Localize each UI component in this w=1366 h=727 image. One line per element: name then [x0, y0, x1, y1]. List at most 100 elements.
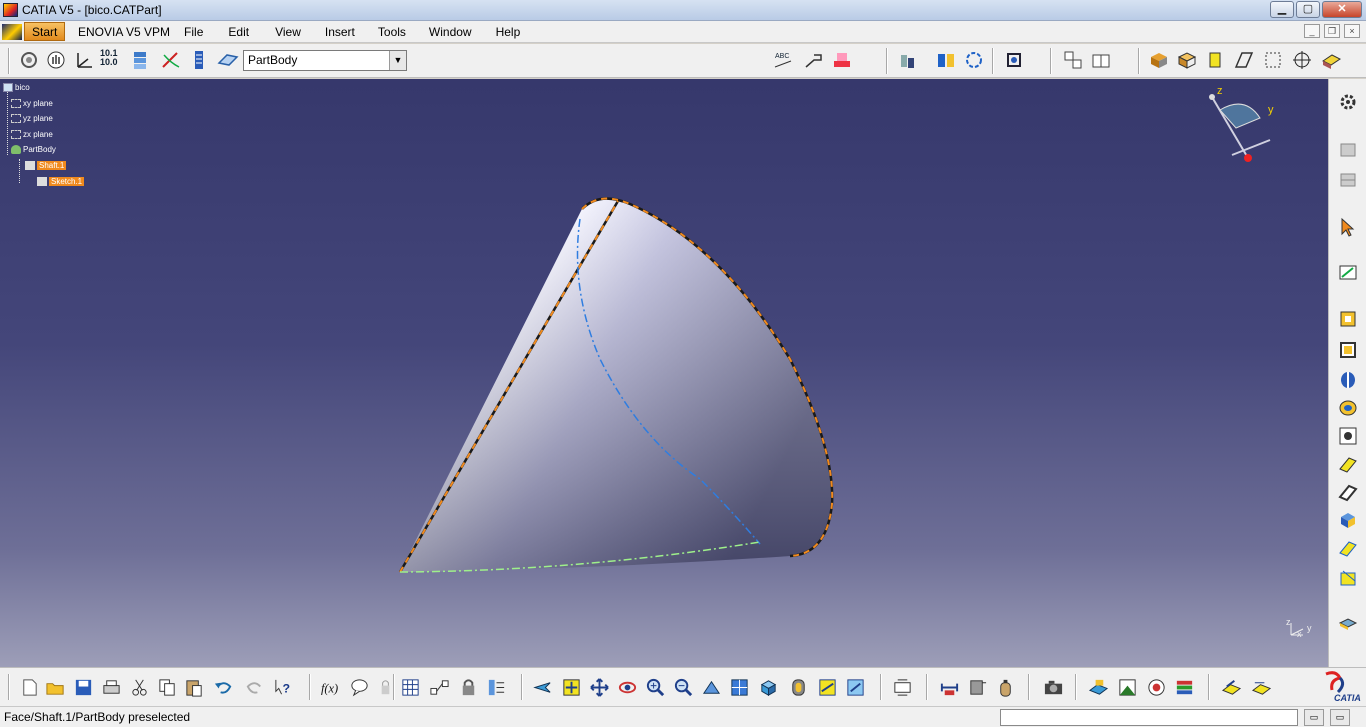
formula-icon[interactable]: f(x): [320, 677, 341, 698]
table-icon[interactable]: [400, 677, 421, 698]
layers-icon[interactable]: [1174, 677, 1195, 698]
rib-icon[interactable]: [1337, 453, 1359, 475]
body-icon[interactable]: [1337, 169, 1359, 191]
sketch-icon[interactable]: [1337, 261, 1359, 283]
power-input-field[interactable]: [1000, 709, 1298, 726]
quick-view-icon[interactable]: [729, 677, 750, 698]
solid-combine-icon[interactable]: [1337, 509, 1359, 531]
menu-insert[interactable]: Insert: [312, 25, 366, 39]
open-icon[interactable]: [45, 677, 66, 698]
gear-icon[interactable]: [1337, 91, 1359, 113]
hole-icon[interactable]: [1337, 425, 1359, 447]
rotate-icon[interactable]: [963, 49, 985, 71]
zoom-out-icon[interactable]: [673, 677, 694, 698]
menu-file[interactable]: File: [181, 25, 214, 39]
pad-icon[interactable]: [1337, 308, 1359, 330]
plane-icon[interactable]: [217, 49, 239, 71]
list-icon[interactable]: [188, 49, 210, 71]
measure-item-icon[interactable]: [967, 677, 988, 698]
shading-edges-icon[interactable]: [1176, 49, 1198, 71]
maximize-button[interactable]: ▢: [1296, 1, 1320, 18]
rotate-view-icon[interactable]: [617, 677, 638, 698]
surface-icon[interactable]: [1337, 611, 1359, 633]
whats-this-icon[interactable]: ?: [273, 677, 294, 698]
scale-icon[interactable]: 10.1 10.0: [100, 49, 122, 71]
3d-viewport[interactable]: bico xy plane yz plane zx plane PartBody…: [0, 79, 1328, 667]
doc-minimize-button[interactable]: _: [1304, 24, 1320, 38]
fly-mode-icon[interactable]: [532, 677, 553, 698]
wireframe-icon[interactable]: [1233, 49, 1255, 71]
multi-view-icon[interactable]: [1062, 49, 1084, 71]
menu-tools[interactable]: Tools: [366, 25, 417, 39]
network-icon[interactable]: [429, 677, 450, 698]
stiffener-icon[interactable]: [1337, 537, 1359, 559]
groove-icon[interactable]: [1337, 397, 1359, 419]
hand-icon[interactable]: [45, 49, 67, 71]
tile-view-icon[interactable]: [1090, 49, 1112, 71]
stack-icon[interactable]: [130, 49, 152, 71]
cut-icon[interactable]: [129, 677, 150, 698]
wireframe-properties-icon[interactable]: [1221, 677, 1242, 698]
status-button-1[interactable]: ▭: [1304, 709, 1324, 726]
material-icon[interactable]: [1320, 49, 1342, 71]
fit-all-in-icon[interactable]: [561, 677, 582, 698]
shading-style-icon[interactable]: [788, 677, 809, 698]
axis-system-icon[interactable]: [73, 49, 95, 71]
swap-visible-icon[interactable]: [845, 677, 866, 698]
new-icon[interactable]: [19, 677, 40, 698]
text-annotation-icon[interactable]: ABC: [773, 49, 795, 71]
menu-edit[interactable]: Edit: [214, 25, 260, 39]
undo-icon[interactable]: [213, 677, 234, 698]
menu-view[interactable]: View: [260, 25, 312, 39]
select-arrow-icon[interactable]: [1337, 216, 1359, 238]
render-icon[interactable]: [1117, 677, 1138, 698]
hide-show-icon[interactable]: [817, 677, 838, 698]
menu-start[interactable]: Start: [24, 22, 66, 41]
chevron-down-icon[interactable]: ▼: [389, 51, 406, 70]
doc-restore-button[interactable]: ❐: [1324, 24, 1340, 38]
doc-close-button[interactable]: ×: [1344, 24, 1360, 38]
save-icon[interactable]: [73, 677, 94, 698]
loft-icon[interactable]: [1337, 567, 1359, 589]
menu-enovia[interactable]: ENOVIA V5 VPM: [78, 25, 181, 39]
fit-all-icon[interactable]: [1003, 49, 1025, 71]
graphic-properties-icon[interactable]: [1251, 677, 1272, 698]
normal-view-icon[interactable]: [701, 677, 722, 698]
sketcher-icon[interactable]: [18, 49, 40, 71]
lock-closed-icon[interactable]: [458, 677, 479, 698]
hidden-edges-icon[interactable]: [1262, 49, 1284, 71]
copy-icon[interactable]: [157, 677, 178, 698]
body-selector-combo[interactable]: PartBody ▼: [243, 50, 407, 71]
catalog-icon[interactable]: [897, 49, 919, 71]
measure-between-icon[interactable]: [939, 677, 960, 698]
pocket-icon[interactable]: [1337, 339, 1359, 361]
zoom-in-icon[interactable]: [645, 677, 666, 698]
analysis-icon[interactable]: [935, 49, 957, 71]
shade-yellow-icon[interactable]: [1205, 49, 1227, 71]
iso-view-icon[interactable]: [758, 677, 779, 698]
snapshot-view-icon[interactable]: [892, 677, 913, 698]
print-icon[interactable]: [101, 677, 122, 698]
shading-icon[interactable]: [1148, 49, 1170, 71]
apply-material-icon[interactable]: [831, 49, 853, 71]
measure-inertia-icon[interactable]: [995, 677, 1016, 698]
shaft-icon[interactable]: [1337, 369, 1359, 391]
cone-model[interactable]: [0, 79, 1328, 667]
lighting-icon[interactable]: [1146, 677, 1167, 698]
camera-icon[interactable]: [1043, 677, 1064, 698]
slot-icon[interactable]: [1337, 481, 1359, 503]
tangent-icon[interactable]: [160, 49, 182, 71]
flag-note-icon[interactable]: [803, 49, 825, 71]
knowledge-advisor-icon[interactable]: [349, 677, 370, 698]
minimize-button[interactable]: ▁: [1270, 1, 1294, 18]
parameters-icon[interactable]: [486, 677, 507, 698]
pan-icon[interactable]: [589, 677, 610, 698]
paste-icon[interactable]: [184, 677, 205, 698]
part-design-icon[interactable]: [1337, 139, 1359, 161]
apply-material-bottom-icon[interactable]: [1088, 677, 1109, 698]
close-button[interactable]: ✕: [1322, 1, 1362, 18]
redo-icon[interactable]: [244, 677, 265, 698]
target-icon[interactable]: [1291, 49, 1313, 71]
menu-help[interactable]: Help: [483, 25, 532, 39]
menu-window[interactable]: Window: [417, 25, 483, 39]
